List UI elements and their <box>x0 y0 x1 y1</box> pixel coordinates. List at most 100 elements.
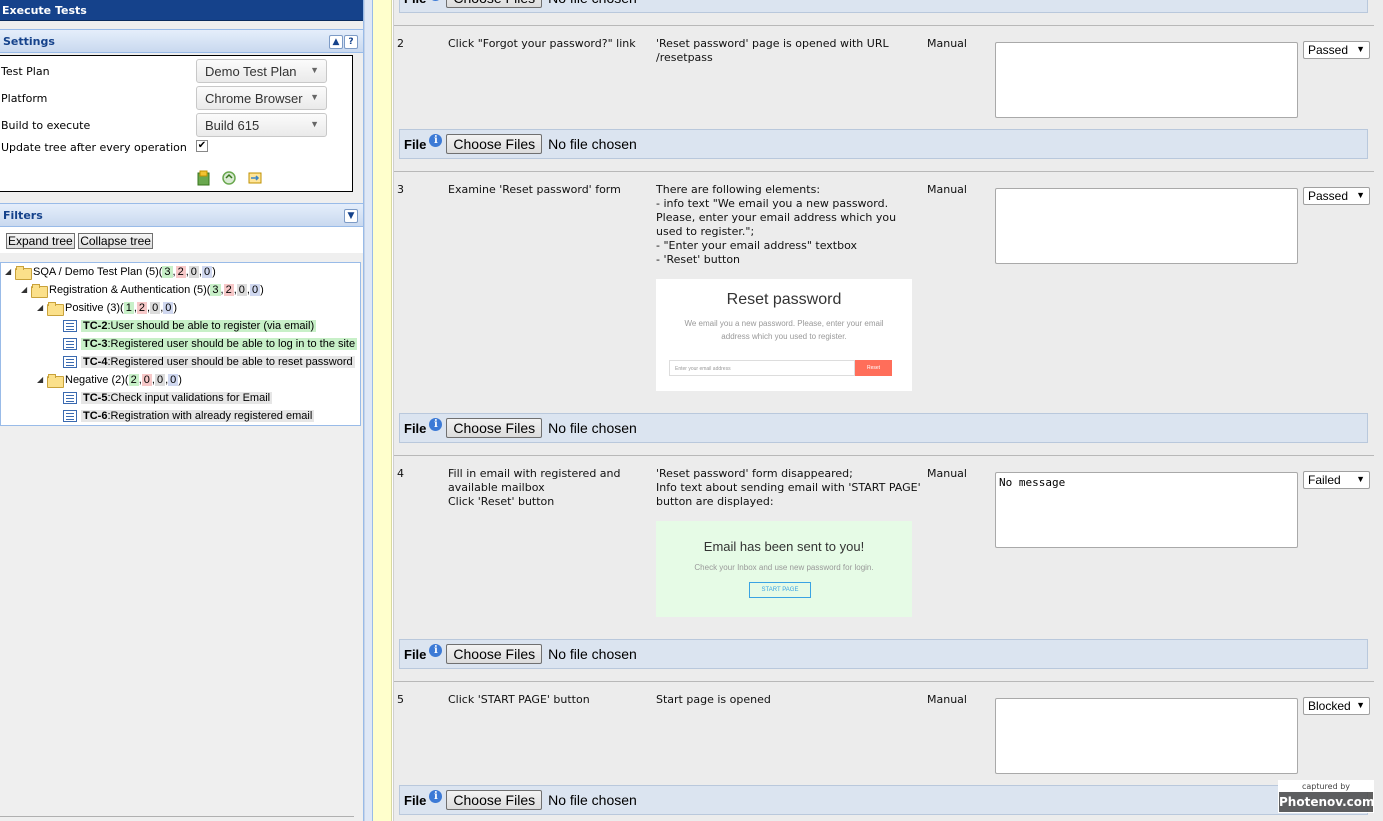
file-status: No file chosen <box>548 136 637 152</box>
step-status-select[interactable]: Blocked ▼ <box>1303 697 1370 715</box>
info-icon[interactable]: i <box>429 643 443 657</box>
count-failed: 2 <box>136 301 147 314</box>
left-panel: Execute Tests Settings ▲ ? Test Plan Dem… <box>0 0 364 821</box>
file-label: File <box>404 136 427 152</box>
step-action: Click "Forgot your password?" link <box>448 37 636 50</box>
folder-icon <box>31 283 48 298</box>
folder-icon <box>47 301 64 316</box>
info-icon[interactable]: i <box>429 133 443 147</box>
expand-triangle-icon[interactable]: ◢ <box>37 303 47 312</box>
file-label: File <box>404 792 427 808</box>
chevron-down-icon: ▼ <box>1356 474 1365 484</box>
choose-files-button[interactable]: Choose Files <box>446 790 543 810</box>
test-plan-select[interactable]: Demo Test Plan ▼ <box>196 59 327 83</box>
choose-files-button[interactable]: Choose Files <box>446 644 543 664</box>
collapse-down-icon[interactable]: ▼ <box>344 209 358 223</box>
tree-root[interactable]: ◢ SQA / Demo Test Plan (5)( 3, 2, 0, 0 ) <box>5 263 216 280</box>
count-blocked: 0 <box>236 283 247 296</box>
collapse-tree-button[interactable]: Collapse tree <box>78 233 153 249</box>
expand-triangle-icon[interactable]: ◢ <box>37 375 47 384</box>
testcase-id: TC-5 <box>83 391 108 404</box>
tree-positive[interactable]: ◢ Positive (3)( 1, 2, 0, 0 ) <box>37 299 177 316</box>
tree-case[interactable]: TC-3:Registered user should be able to l… <box>63 335 358 352</box>
folder-icon <box>15 265 32 280</box>
step-notes-textarea[interactable] <box>995 188 1298 264</box>
choose-files-button[interactable]: Choose Files <box>446 418 543 438</box>
testcase-id: TC-3 <box>83 337 108 350</box>
app-title: Execute Tests <box>0 0 363 21</box>
platform-label: Platform <box>1 92 48 105</box>
step-expected: 'Reset password' page is opened with URL… <box>656 37 889 64</box>
watermark-bottom: Photenov.com <box>1279 795 1375 809</box>
count-notrun: 0 <box>163 301 174 314</box>
filters-title: Filters <box>3 209 43 222</box>
file-status: No file chosen <box>548 0 637 6</box>
platform-select[interactable]: Chrome Browser ▼ <box>196 86 327 110</box>
step-number: 5 <box>397 693 404 706</box>
tree-suite[interactable]: ◢ Registration & Authentication (5)( 3, … <box>21 281 264 298</box>
count-failed: 0 <box>141 373 152 386</box>
panel-splitter[interactable] <box>364 0 373 821</box>
step-status-select[interactable]: Failed ▼ <box>1303 471 1370 489</box>
testcase-id: TC-2 <box>83 319 108 332</box>
watermark-top: captured by <box>1279 781 1373 792</box>
chevron-down-icon: ▼ <box>1356 190 1365 200</box>
step-notes-textarea[interactable] <box>995 42 1298 118</box>
file-label: File <box>404 420 427 436</box>
content-margin <box>373 0 392 821</box>
step-type: Manual <box>927 37 967 50</box>
testcase-title: :Registered user should be able to log i… <box>107 337 356 350</box>
platform-value: Chrome Browser <box>205 91 303 106</box>
folder-icon <box>47 373 64 388</box>
tree-negative[interactable]: ◢ Negative (2)( 2, 0, 0, 0 ) <box>37 371 182 388</box>
file-upload-bar: File i Choose Files No file chosen <box>399 639 1368 669</box>
testcase-icon <box>63 355 77 368</box>
testcase-title: :Registration with already registered em… <box>107 409 313 422</box>
step-status-value: Failed <box>1308 473 1341 487</box>
tree-case[interactable]: TC-5:Check input validations for Email <box>63 389 273 406</box>
chevron-down-icon: ▼ <box>1356 700 1365 710</box>
chevron-down-icon: ▼ <box>310 119 319 129</box>
info-icon[interactable]: i <box>429 789 443 803</box>
step-type: Manual <box>927 183 967 196</box>
settings-box: Test Plan Demo Test Plan ▼ Platform Chro… <box>0 55 353 192</box>
tree-root-label: SQA / Demo Test Plan (5)( <box>33 265 163 278</box>
help-icon[interactable]: ? <box>344 35 358 49</box>
testcase-id: TC-6 <box>83 409 108 422</box>
build-value: Build 615 <box>205 118 260 133</box>
save-icon[interactable] <box>196 170 212 186</box>
info-icon[interactable]: i <box>429 417 443 431</box>
expand-tree-button[interactable]: Expand tree <box>6 233 75 249</box>
tree-case[interactable]: TC-2:User should be able to register (vi… <box>63 317 317 334</box>
step-type: Manual <box>927 693 967 706</box>
build-select[interactable]: Build 615 ▼ <box>196 113 327 137</box>
step-notes-textarea[interactable] <box>995 698 1298 774</box>
step-expected: There are following elements: - info tex… <box>656 183 897 266</box>
count-passed: 2 <box>128 373 139 386</box>
refresh-icon[interactable] <box>221 170 237 186</box>
expand-triangle-icon[interactable]: ◢ <box>5 267 15 276</box>
tree-case[interactable]: TC-6:Registration with already registere… <box>63 407 315 424</box>
step-status-value: Passed <box>1308 189 1349 203</box>
update-tree-checkbox[interactable]: ✔ <box>196 140 208 152</box>
info-icon[interactable]: i <box>429 0 443 1</box>
expand-triangle-icon[interactable]: ◢ <box>21 285 31 294</box>
file-upload-bar: File i Choose Files No file chosen <box>399 0 1368 13</box>
step-expected: Start page is opened <box>656 693 771 706</box>
filters-header: Filters ▼ <box>0 203 363 227</box>
step-notes-textarea[interactable]: No message <box>995 472 1298 548</box>
collapse-up-icon[interactable]: ▲ <box>329 35 343 49</box>
file-upload-bar: File i Choose Files No file chosen <box>399 785 1368 815</box>
step-status-value: Blocked <box>1308 699 1351 713</box>
chevron-down-icon: ▼ <box>310 65 319 75</box>
tree-case[interactable]: TC-4:Registered user should be able to r… <box>63 353 355 370</box>
chevron-down-icon: ▼ <box>1356 44 1365 54</box>
settings-title: Settings <box>3 35 55 48</box>
choose-files-button[interactable]: Choose Files <box>446 0 543 8</box>
step-status-select[interactable]: Passed ▼ <box>1303 41 1370 59</box>
count-passed: 1 <box>123 301 134 314</box>
step-status-select[interactable]: Passed ▼ <box>1303 187 1370 205</box>
choose-files-button[interactable]: Choose Files <box>446 134 543 154</box>
export-icon[interactable] <box>247 170 263 186</box>
testcase-id: TC-4 <box>83 355 108 368</box>
